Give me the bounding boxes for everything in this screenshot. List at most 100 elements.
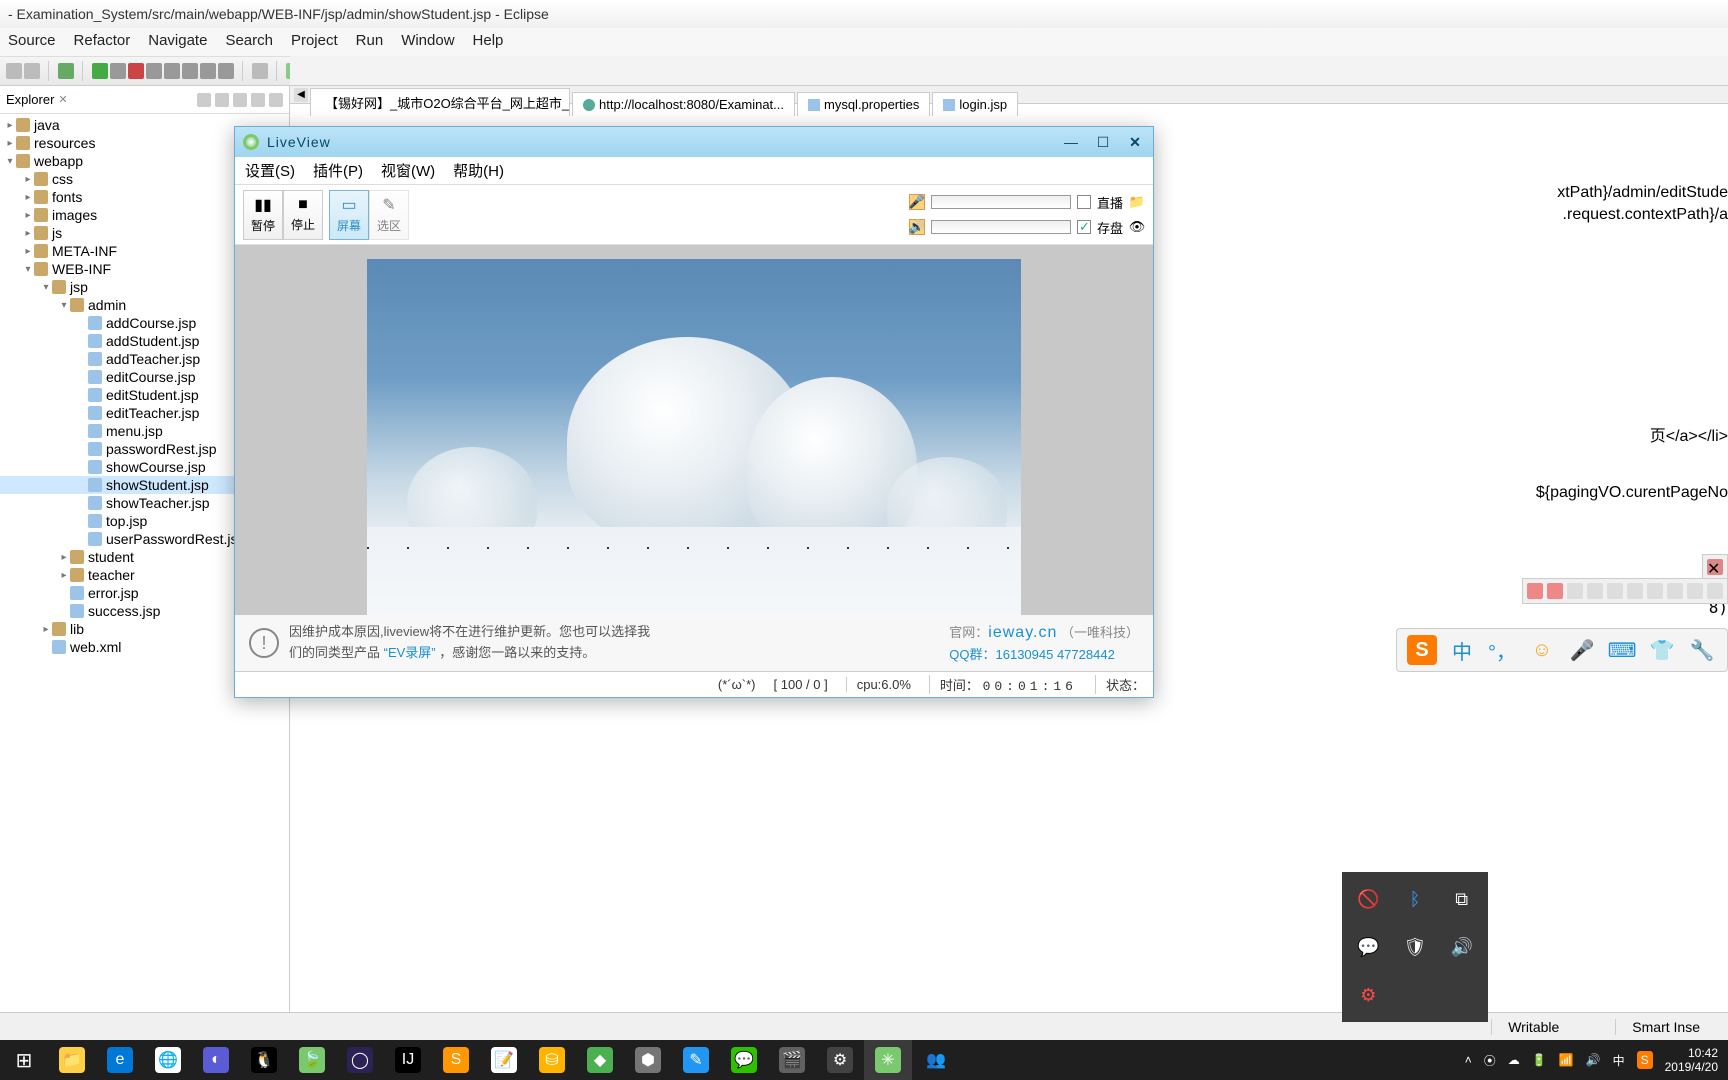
- save-checkbox[interactable]: ✓: [1077, 220, 1091, 234]
- taskbar-notepad[interactable]: 📝: [480, 1040, 528, 1080]
- console-icon[interactable]: [1687, 583, 1703, 599]
- mic-icon[interactable]: 🎤: [909, 194, 925, 210]
- taskbar-clock[interactable]: 10:42 2019/4/20: [1665, 1046, 1718, 1075]
- console-icon[interactable]: [1707, 583, 1723, 599]
- speaker-icon[interactable]: 🔊: [909, 219, 925, 235]
- ime-tool-icon[interactable]: 🔧: [1687, 635, 1717, 665]
- close-button[interactable]: ✕: [1125, 132, 1145, 152]
- taskbar-people[interactable]: 👥: [912, 1040, 960, 1080]
- menu-search[interactable]: Search: [225, 32, 273, 52]
- stop-button[interactable]: ■停止: [283, 190, 323, 240]
- tb-icon[interactable]: [6, 63, 22, 79]
- debug-step-icon[interactable]: [164, 63, 180, 79]
- tree-twisty-icon[interactable]: ▸: [22, 210, 34, 221]
- editor-tab[interactable]: http://localhost:8080/Examinat...: [572, 92, 795, 116]
- maximize-button[interactable]: ☐: [1093, 132, 1113, 152]
- debug-step-icon[interactable]: [218, 63, 234, 79]
- console-icon[interactable]: [1547, 583, 1563, 599]
- debug-step-icon[interactable]: [182, 63, 198, 79]
- taskbar-app[interactable]: 🍃: [288, 1040, 336, 1080]
- menu-source[interactable]: Source: [8, 32, 56, 52]
- link-editor-icon[interactable]: [215, 93, 229, 107]
- collapse-all-icon[interactable]: [197, 93, 211, 107]
- tray-location-icon[interactable]: ⦿: [1484, 1052, 1496, 1069]
- tray-volume-icon[interactable]: 🔊: [1586, 1053, 1601, 1067]
- taskbar-wechat[interactable]: 💬: [720, 1040, 768, 1080]
- tree-twisty-icon[interactable]: ▸: [22, 174, 34, 185]
- tray-volume-icon[interactable]: 🔊: [1450, 935, 1474, 959]
- pause-button[interactable]: ▮▮暂停: [243, 190, 283, 240]
- view-menu-icon[interactable]: [233, 93, 247, 107]
- console-icon[interactable]: [1627, 583, 1643, 599]
- console-icon[interactable]: [1607, 583, 1623, 599]
- close-icon[interactable]: ✕: [1707, 559, 1723, 575]
- minimize-icon[interactable]: [251, 93, 265, 107]
- taskbar-app[interactable]: ⚙: [816, 1040, 864, 1080]
- tree-twisty-icon[interactable]: ▸: [22, 192, 34, 203]
- tree-twisty-icon[interactable]: ▾: [40, 282, 52, 293]
- tray-battery-icon[interactable]: 🔋: [1532, 1053, 1547, 1067]
- taskbar-edge[interactable]: e: [96, 1040, 144, 1080]
- menu-window[interactable]: Window: [401, 32, 454, 52]
- console-icon[interactable]: [1647, 583, 1663, 599]
- tray-wechat-icon[interactable]: 💬: [1356, 935, 1380, 959]
- maximize-icon[interactable]: [269, 93, 283, 107]
- tb-icon[interactable]: [252, 63, 268, 79]
- taskbar-app[interactable]: 🎬: [768, 1040, 816, 1080]
- lv-menu-help[interactable]: 帮助(H): [453, 160, 504, 181]
- ime-punct-icon[interactable]: °，: [1487, 635, 1517, 665]
- taskbar-chrome[interactable]: 🌐: [144, 1040, 192, 1080]
- debug-pause-icon[interactable]: [110, 63, 126, 79]
- editor-tab[interactable]: 【锡好网】_城市O2O综合平台_网上超市_进...: [310, 88, 570, 116]
- taskbar-app[interactable]: ◆: [576, 1040, 624, 1080]
- tray-defender-icon[interactable]: 🛡: [1403, 935, 1427, 959]
- tray-sogou-icon[interactable]: S: [1637, 1051, 1653, 1069]
- editor-tab[interactable]: login.jsp: [932, 92, 1018, 116]
- console-icon[interactable]: [1587, 583, 1603, 599]
- menu-run[interactable]: Run: [356, 32, 384, 52]
- volume-slider[interactable]: [931, 220, 1071, 234]
- tray-windows-icon[interactable]: ⧉: [1450, 887, 1474, 911]
- tray-chevron-up-icon[interactable]: ˄: [1465, 1053, 1472, 1067]
- taskbar-explorer[interactable]: 📁: [48, 1040, 96, 1080]
- tree-twisty-icon[interactable]: ▸: [4, 138, 16, 149]
- eye-icon[interactable]: 👁: [1129, 219, 1145, 235]
- tray-security-icon[interactable]: 🚫: [1356, 887, 1380, 911]
- ime-zhong-icon[interactable]: 中: [1447, 635, 1477, 665]
- ieway-link[interactable]: ieway.cn: [988, 624, 1057, 641]
- console-icon[interactable]: [1667, 583, 1683, 599]
- menu-refactor[interactable]: Refactor: [74, 32, 131, 52]
- debug-step-icon[interactable]: [146, 63, 162, 79]
- taskbar-liveview[interactable]: ✳: [864, 1040, 912, 1080]
- sogou-icon[interactable]: S: [1407, 635, 1437, 665]
- tree-twisty-icon[interactable]: ▸: [58, 552, 70, 563]
- liveview-titlebar[interactable]: LiveView — ☐ ✕: [235, 127, 1153, 157]
- live-checkbox[interactable]: [1077, 195, 1091, 209]
- console-icon[interactable]: [1567, 583, 1583, 599]
- editor-tab[interactable]: mysql.properties: [797, 92, 930, 116]
- tray-ime-icon[interactable]: 中: [1613, 1052, 1625, 1069]
- ime-keyboard-icon[interactable]: ⌨: [1607, 635, 1637, 665]
- tree-twisty-icon[interactable]: ▸: [22, 228, 34, 239]
- ime-emoji-icon[interactable]: ☺: [1527, 635, 1557, 665]
- tree-twisty-icon[interactable]: ▾: [58, 300, 70, 311]
- menu-navigate[interactable]: Navigate: [148, 32, 207, 52]
- lv-menu-settings[interactable]: 设置(S): [245, 160, 295, 181]
- explorer-tab-label[interactable]: Explorer: [6, 92, 54, 107]
- taskbar-sublime[interactable]: S: [432, 1040, 480, 1080]
- tray-app-icon[interactable]: ⚙: [1356, 983, 1380, 1007]
- ime-skin-icon[interactable]: 👕: [1647, 635, 1677, 665]
- tb-icon[interactable]: [58, 63, 74, 79]
- taskbar-navicat[interactable]: ⛁: [528, 1040, 576, 1080]
- tree-twisty-icon[interactable]: ▾: [4, 156, 16, 167]
- menu-help[interactable]: Help: [473, 32, 504, 52]
- menu-project[interactable]: Project: [291, 32, 338, 52]
- tray-bluetooth-icon[interactable]: ᛒ: [1403, 887, 1427, 911]
- start-button[interactable]: ⊞: [0, 1040, 48, 1080]
- tree-twisty-icon[interactable]: ▸: [4, 120, 16, 131]
- tree-twisty-icon[interactable]: ▸: [22, 246, 34, 257]
- tree-twisty-icon[interactable]: ▾: [22, 264, 34, 275]
- taskbar-qq[interactable]: 🐧: [240, 1040, 288, 1080]
- folder-icon[interactable]: 📁: [1129, 194, 1145, 210]
- tree-twisty-icon[interactable]: ▸: [40, 624, 52, 635]
